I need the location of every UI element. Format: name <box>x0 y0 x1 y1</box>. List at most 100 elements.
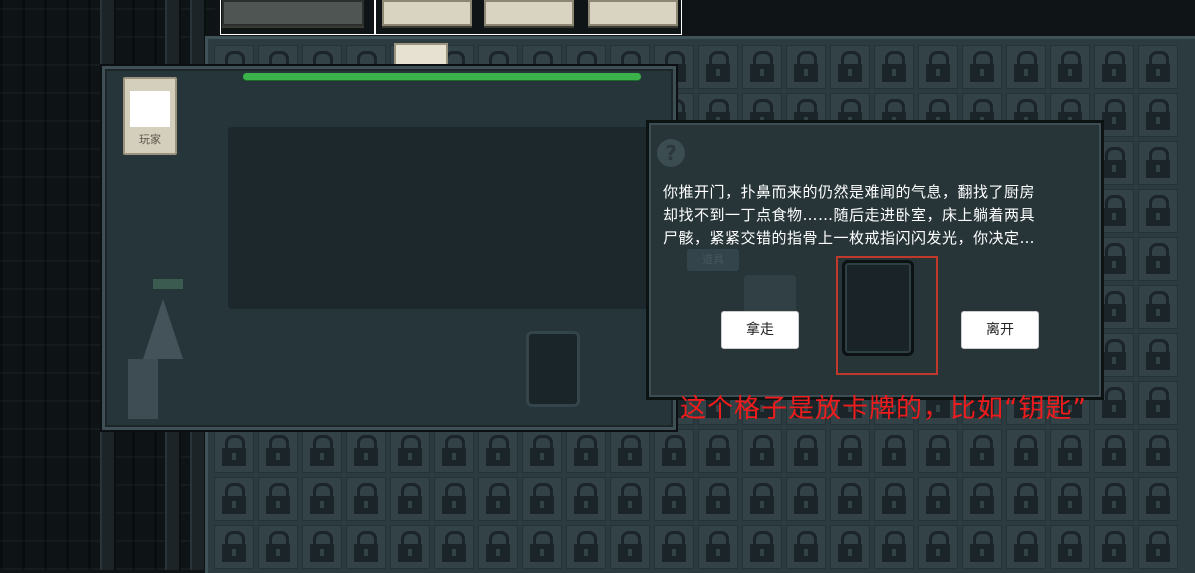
lock-icon <box>874 477 914 521</box>
faint-item-label: 道具 <box>687 249 739 271</box>
lock-icon <box>390 525 430 569</box>
lock-icon <box>874 429 914 473</box>
lock-icon <box>786 477 826 521</box>
lock-icon <box>830 429 870 473</box>
lock-icon <box>962 45 1002 89</box>
health-bar <box>243 73 641 80</box>
lock-icon <box>478 429 518 473</box>
lock-icon <box>346 477 386 521</box>
lock-icon <box>610 525 650 569</box>
lock-icon <box>566 525 606 569</box>
lock-icon <box>742 45 782 89</box>
lock-icon <box>302 477 342 521</box>
lock-icon <box>742 429 782 473</box>
lock-icon <box>258 525 298 569</box>
lock-icon <box>566 477 606 521</box>
lock-icon <box>742 525 782 569</box>
event-dialog: ? 你推开门，扑鼻而来的仍然是难闻的气息，翻找了厨房 却找不到一丁点食物……随后… <box>646 120 1104 400</box>
player-card[interactable]: 玩家 <box>123 77 177 155</box>
lock-icon <box>346 525 386 569</box>
lock-icon <box>698 45 738 89</box>
lock-icon <box>1094 45 1134 89</box>
lock-icon <box>698 525 738 569</box>
lock-icon <box>786 45 826 89</box>
lock-icon <box>1006 45 1046 89</box>
lock-icon <box>214 429 254 473</box>
lock-icon <box>522 429 562 473</box>
lock-icon <box>1006 477 1046 521</box>
story-line: 尸骸，紧紧交错的指骨上一枚戒指闪闪发光，你决定… <box>663 229 1036 247</box>
lock-icon <box>918 525 958 569</box>
lock-icon <box>214 477 254 521</box>
card-slot[interactable] <box>526 331 580 407</box>
lock-icon <box>1050 429 1090 473</box>
take-button[interactable]: 拿走 <box>721 311 799 349</box>
lock-icon <box>1050 477 1090 521</box>
lock-icon <box>830 525 870 569</box>
lock-icon <box>962 429 1002 473</box>
lock-icon <box>1138 429 1178 473</box>
character-silhouette <box>128 279 183 419</box>
lock-icon <box>302 429 342 473</box>
lock-icon <box>1006 429 1046 473</box>
lock-icon <box>1050 525 1090 569</box>
lock-icon <box>258 429 298 473</box>
panel-content-area <box>228 127 668 309</box>
card-outline <box>374 0 682 35</box>
lock-icon <box>1050 45 1090 89</box>
lock-icon <box>918 429 958 473</box>
card-outline <box>220 0 376 35</box>
lock-icon <box>786 429 826 473</box>
story-line: 你推开门，扑鼻而来的仍然是难闻的气息，翻找了厨房 <box>663 183 1036 201</box>
leave-button[interactable]: 离开 <box>961 311 1039 349</box>
lock-icon <box>1138 285 1178 329</box>
player-portrait <box>130 91 170 127</box>
lock-icon <box>962 477 1002 521</box>
lock-icon <box>434 429 474 473</box>
lock-icon <box>1094 477 1134 521</box>
lock-icon <box>302 525 342 569</box>
lock-icon <box>874 45 914 89</box>
lock-icon <box>654 525 694 569</box>
lock-icon <box>390 429 430 473</box>
lock-icon <box>610 477 650 521</box>
lock-icon <box>1138 237 1178 281</box>
event-story: 你推开门，扑鼻而来的仍然是难闻的气息，翻找了厨房 却找不到一丁点食物……随后走进… <box>663 181 1093 250</box>
lock-icon <box>478 477 518 521</box>
lock-icon <box>258 477 298 521</box>
lock-icon <box>1138 141 1178 185</box>
lock-icon <box>610 429 650 473</box>
lock-icon <box>1138 189 1178 233</box>
lock-icon <box>522 477 562 521</box>
lock-icon <box>346 429 386 473</box>
player-panel: 玩家 <box>102 66 676 430</box>
lock-icon <box>1138 477 1178 521</box>
question-icon: ? <box>657 139 685 167</box>
lock-icon <box>962 525 1002 569</box>
lock-icon <box>698 429 738 473</box>
story-line: 却找不到一丁点食物……随后走进卧室，床上躺着两具 <box>663 206 1036 224</box>
lock-icon <box>1138 525 1178 569</box>
lock-icon <box>566 429 606 473</box>
lock-icon <box>698 477 738 521</box>
lock-icon <box>1138 45 1178 89</box>
lock-icon <box>918 477 958 521</box>
lock-icon <box>874 525 914 569</box>
lock-icon <box>830 45 870 89</box>
player-name: 玩家 <box>139 133 161 146</box>
lock-icon <box>830 477 870 521</box>
lock-icon <box>434 477 474 521</box>
card-slot[interactable] <box>842 260 914 356</box>
lock-icon <box>214 525 254 569</box>
lock-icon <box>434 525 474 569</box>
lock-icon <box>1138 381 1178 425</box>
lock-icon <box>654 429 694 473</box>
lock-icon <box>742 477 782 521</box>
lock-icon <box>478 525 518 569</box>
lock-icon <box>1094 429 1134 473</box>
lock-icon <box>522 525 562 569</box>
lock-icon <box>1094 525 1134 569</box>
lock-icon <box>1006 525 1046 569</box>
annotation-text: 这个格子是放卡牌的，比如“钥匙” <box>680 394 1087 424</box>
lock-icon <box>786 525 826 569</box>
